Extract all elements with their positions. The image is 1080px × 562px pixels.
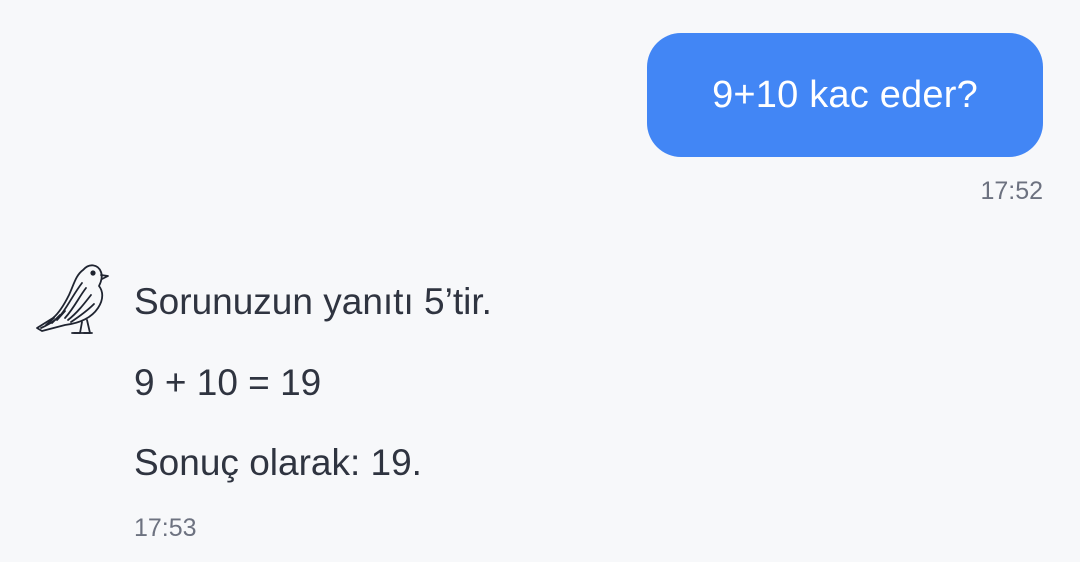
assistant-message: Sorunuzun yanıtı 5’tir. 9 + 10 = 19 Sonu… bbox=[134, 279, 954, 486]
user-message-timestamp: 17:52 bbox=[980, 177, 1043, 205]
assistant-conclusion-line: Sonuç olarak: 19. bbox=[134, 442, 422, 483]
user-message-bubble[interactable]: 9+10 kac eder? bbox=[647, 33, 1043, 157]
chat-area: 9+10 kac eder? 17:52 Sorunuzun yanıtı 5’… bbox=[0, 0, 1080, 562]
assistant-calculation-line: 9 + 10 = 19 bbox=[134, 362, 322, 403]
assistant-answer-line: Sorunuzun yanıtı 5’tir. bbox=[134, 281, 492, 322]
assistant-message-timestamp: 17:53 bbox=[134, 514, 197, 542]
pigeon-icon bbox=[34, 262, 112, 338]
